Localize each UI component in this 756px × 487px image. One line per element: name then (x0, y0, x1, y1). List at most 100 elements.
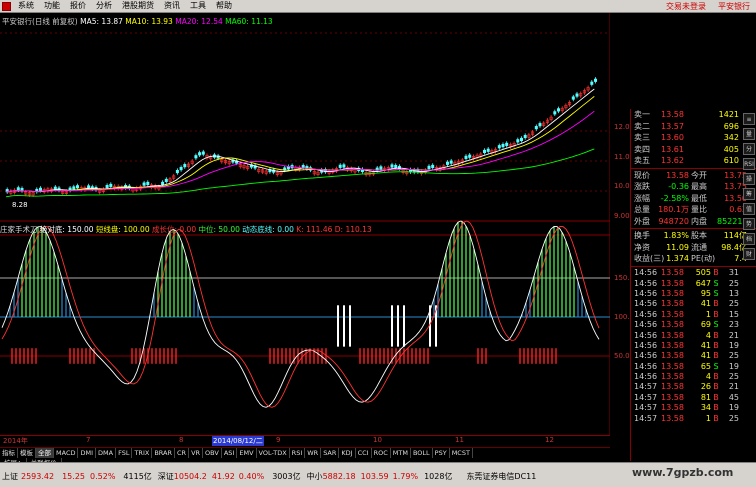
menu-function[interactable]: 功能 (39, 0, 65, 12)
indicator-tab[interactable]: EMV (237, 448, 257, 458)
tick-row: 14:56 13.58 4 B 25 (631, 371, 756, 381)
ma5-label: MA5: 13.87 (80, 17, 123, 26)
candle-body (497, 145, 501, 149)
indicator-tab[interactable]: MACD (54, 448, 79, 458)
indicator-tab[interactable]: PSY (433, 448, 450, 458)
side-tool-button[interactable]: RSI (743, 158, 755, 170)
indicator-tab[interactable]: SAR (321, 448, 340, 458)
tick-time: 14:56 (634, 351, 658, 361)
indicator-tab[interactable]: MTM (391, 448, 411, 458)
ma20-label: MA20: 12.54 (175, 17, 223, 26)
tick-price: 13.58 (661, 403, 684, 413)
indicator-tab[interactable]: VOL-TDX (257, 448, 290, 458)
side-tool-button[interactable]: 量 (743, 128, 755, 140)
ma-line (5, 88, 595, 193)
zx-index-amount: 1028亿 (424, 471, 453, 481)
indicator-tab[interactable]: 全部 (36, 448, 54, 458)
indicator-tab[interactable]: FSL (116, 448, 133, 458)
tick-side: B (713, 372, 719, 382)
candle-body (38, 187, 42, 191)
tick-price: 13.58 (661, 278, 684, 288)
zx-index-value: 5882.18 (322, 471, 356, 481)
side-tool-button[interactable]: 值 (743, 203, 755, 215)
indicator-tab[interactable]: OBV (203, 448, 222, 458)
quote-info-value: 180.1万 (658, 205, 689, 215)
side-tool-button[interactable]: 筹 (743, 188, 755, 200)
tick-price: 13.58 (661, 392, 684, 402)
sell-level-row: 卖一 13.58 1421 (631, 109, 756, 121)
tick-volume: 1 (705, 413, 711, 423)
kline-chart-area[interactable]: 平安银行(日线 前复权) MA5: 13.87 MA10: 13.93 MA20… (0, 13, 639, 468)
date-label: 10 (373, 436, 382, 444)
quote-info-row: 总量 180.1万 量比 0.63 (631, 204, 756, 216)
sell-level-price: 13.58 (661, 110, 684, 120)
indicator-tab[interactable]: MCST (450, 448, 473, 458)
quote-info-row: 现价 13.58 今开 13.75 (631, 170, 756, 182)
quote-info-label: 流通 (691, 242, 707, 252)
indicator-tab[interactable]: DMA (96, 448, 117, 458)
side-tool-button[interactable]: 财 (743, 248, 755, 260)
indicator-tab[interactable]: 模板 (18, 448, 36, 458)
tick-volume: 505 (695, 268, 711, 278)
indicator-tab[interactable]: WR (305, 448, 322, 458)
sz-index-amount: 3003亿 (272, 471, 301, 481)
menu-system[interactable]: 系统 (13, 0, 39, 12)
tick-side: B (713, 351, 719, 361)
zx-index-name[interactable]: 中小 (301, 471, 323, 482)
indicator-tab[interactable]: DMI (78, 448, 97, 458)
indicator-tab[interactable]: CCI (356, 448, 372, 458)
quote-info-label: 换手 (634, 231, 650, 241)
quote-info-row: 外盘 948720 内盘 852216 (631, 216, 756, 228)
side-tool-button[interactable]: 势 (743, 218, 755, 230)
ind-tail: K: 111.46 D: 110.13 (296, 225, 372, 234)
tick-side: B (713, 403, 719, 413)
side-tool-button[interactable]: ≡ (743, 113, 755, 125)
indicator-tab[interactable]: CR (175, 448, 190, 458)
indicator-tab[interactable]: KDJ (339, 448, 356, 458)
tick-count: 25 (728, 372, 739, 382)
date-label: 9 (276, 436, 281, 444)
tick-row: 14:57 13.58 26 B 21 (631, 382, 756, 392)
indicator-tabs: 指标 模板 全部 MACD DMI DMA FSL TRIX BRAR CR VR OBV ASI EMV… (0, 447, 610, 458)
quote-info-value: 1.83% (663, 231, 689, 241)
sell-level-label: 卖五 (634, 156, 650, 166)
menu-analysis[interactable]: 分析 (91, 0, 117, 12)
menu-quote[interactable]: 报价 (65, 0, 91, 12)
sh-index-name[interactable]: 上证 (0, 471, 18, 482)
tick-count: 13 (728, 288, 739, 298)
date-label: 7 (86, 436, 91, 444)
stock-name-link[interactable]: 平安银行 (712, 1, 756, 12)
side-tool-button[interactable]: 操 (743, 173, 755, 185)
menu-hk-futures[interactable]: 港股期货 (117, 0, 159, 12)
indicator-tab[interactable]: RSI (290, 448, 306, 458)
indicator-tab[interactable]: 指标 (0, 448, 18, 458)
side-tool-button[interactable]: 分 (743, 143, 755, 155)
menu-news[interactable]: 资讯 (159, 0, 185, 12)
indicator-tab[interactable]: ROC (372, 448, 391, 458)
trade-login-link[interactable]: 交易未登录 (660, 1, 712, 12)
sell-level-price: 13.62 (661, 156, 684, 166)
indicator-tab[interactable]: BRAR (152, 448, 175, 458)
side-tool-button[interactable]: 档 (743, 233, 755, 245)
sz-index-name[interactable]: 深证 (152, 471, 174, 482)
tick-count: 19 (728, 361, 739, 371)
quote-info-value: -0.36 (668, 182, 689, 192)
sh-index-change: 15.25 (62, 471, 85, 481)
indicator-tab[interactable]: BOLL (411, 448, 433, 458)
candle-body (175, 169, 179, 174)
indicator-tab[interactable]: ASI (222, 448, 238, 458)
menu-help[interactable]: 帮助 (211, 0, 237, 12)
indicator-tab[interactable]: TRIX (132, 448, 153, 458)
sell-level-price: 13.61 (661, 144, 684, 154)
sell-level-label: 卖四 (634, 144, 650, 154)
quote-info-label: 最高 (691, 182, 707, 192)
tick-row: 14:57 13.58 1 B 25 (631, 413, 756, 423)
candle-body (486, 148, 490, 152)
sh-index-pct: 0.52% (90, 471, 116, 481)
indicator-tab[interactable]: VR (189, 448, 204, 458)
quote-info-label: 今开 (691, 170, 707, 180)
tick-price: 13.58 (661, 299, 684, 309)
tick-volume: 65 (700, 361, 711, 371)
menu-tools[interactable]: 工具 (185, 0, 211, 12)
tick-side: S (713, 278, 719, 288)
